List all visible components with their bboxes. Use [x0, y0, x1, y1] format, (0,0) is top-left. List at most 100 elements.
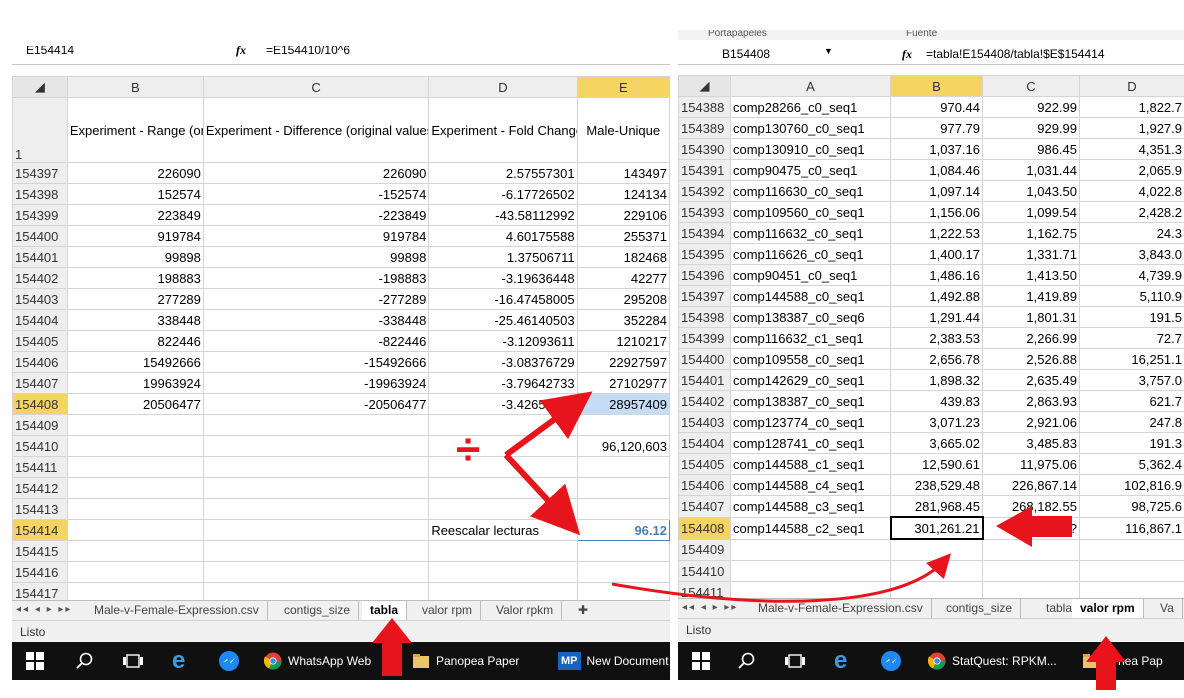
row-header[interactable]: 154408 — [12, 393, 68, 415]
cell-b[interactable]: 1,222.53 — [890, 222, 983, 244]
cell-a[interactable] — [730, 538, 891, 561]
cell-e[interactable] — [576, 414, 670, 436]
row-header[interactable]: 154394 — [678, 222, 731, 244]
cell-d[interactable]: -3.42653438 — [428, 393, 578, 415]
row-header[interactable]: 154409 — [678, 538, 731, 561]
cell-d[interactable] — [428, 435, 578, 457]
cell-e[interactable]: 28957409 — [576, 393, 670, 415]
cell-d[interactable]: 3,757.0 — [1079, 369, 1184, 391]
row-header[interactable]: 154391 — [678, 159, 731, 181]
windows-start-icon[interactable] — [692, 642, 710, 680]
row-header[interactable]: 154396 — [678, 264, 731, 286]
edge-icon[interactable]: e — [172, 642, 185, 680]
cell-a[interactable]: comp109560_c0_seq1 — [730, 201, 891, 223]
cell-c[interactable]: 226090 — [202, 162, 430, 184]
cell-b[interactable]: 1,400.17 — [890, 243, 983, 265]
tab-valor-rpkm[interactable]: Valor rpkm — [488, 601, 563, 620]
row-header[interactable]: 154397 — [678, 285, 731, 307]
cell-d[interactable]: 4.60175588 — [428, 225, 578, 247]
cell-e[interactable]: 1210217 — [576, 330, 670, 352]
row-header[interactable]: 154400 — [12, 225, 68, 247]
cell-d[interactable]: 24.3 — [1079, 222, 1184, 244]
cell-b[interactable]: 338448 — [66, 309, 204, 331]
cell-e[interactable]: 255371 — [576, 225, 670, 247]
cell-c[interactable]: 986.45 — [982, 138, 1080, 160]
tab-nav-arrows[interactable]: ◂◂ ◂ ▸ ▸▸ — [682, 602, 738, 613]
cell-d[interactable]: -16.47458005 — [428, 288, 578, 310]
cell-b[interactable]: 277289 — [66, 288, 204, 310]
cell-e[interactable] — [576, 477, 670, 499]
row-header[interactable]: 154398 — [678, 306, 731, 328]
cell-header-c[interactable]: Experiment - Difference (original values… — [202, 97, 430, 163]
cell-b[interactable]: 977.79 — [890, 117, 983, 139]
cell-c[interactable] — [202, 435, 430, 457]
cell-b[interactable]: 226090 — [66, 162, 204, 184]
cell-c[interactable] — [982, 560, 1080, 582]
name-box[interactable]: B154408 — [708, 44, 770, 64]
cell-b[interactable] — [66, 477, 204, 499]
cell-c[interactable]: 1,331.71 — [982, 243, 1080, 265]
formula-input[interactable]: =tabla!E154408/tabla!$E$154414 — [926, 44, 1105, 64]
cell-e[interactable]: 295208 — [576, 288, 670, 310]
cell-d[interactable]: 4,351.3 — [1079, 138, 1184, 160]
cell-c[interactable]: 1,031.44 — [982, 159, 1080, 181]
row-header[interactable]: 154410 — [12, 435, 68, 457]
cell-c[interactable]: -19963924 — [202, 372, 430, 394]
cell-d[interactable]: 5,362.4 — [1079, 453, 1184, 475]
cell-c[interactable]: -338448 — [202, 309, 430, 331]
cell-b[interactable] — [66, 498, 204, 520]
cell-b[interactable]: 152574 — [66, 183, 204, 205]
tab-valor-rpkm[interactable]: Va — [1152, 599, 1183, 618]
cell-a[interactable]: comp130760_c0_seq1 — [730, 117, 891, 139]
new-sheet-icon[interactable]: ✚ — [570, 601, 596, 620]
cell-a[interactable]: comp138387_c0_seq6 — [730, 306, 891, 328]
cell-header-b[interactable]: Experiment - Range (original values) — [66, 97, 204, 163]
cell-b[interactable] — [66, 519, 204, 541]
cell-b[interactable] — [890, 538, 983, 561]
cell-c[interactable]: -822446 — [202, 330, 430, 352]
row-header[interactable]: 154416 — [12, 561, 68, 583]
taskbar-item-panopea[interactable]: nea Pap — [1082, 642, 1163, 680]
cell-d[interactable] — [428, 477, 578, 499]
taskbar-item-whatsapp[interactable]: WhatsApp Web — [264, 642, 371, 680]
cell-c[interactable]: 1,413.50 — [982, 264, 1080, 286]
row-header[interactable]: 154406 — [678, 474, 731, 496]
cell-a[interactable]: comp128741_c0_seq1 — [730, 432, 891, 454]
row-header[interactable]: 154404 — [678, 432, 731, 454]
cell-a[interactable]: comp144588_c4_seq1 — [730, 474, 891, 496]
cell-a[interactable]: comp116626_c0_seq1 — [730, 243, 891, 265]
row-header[interactable]: 154407 — [12, 372, 68, 394]
cell-d[interactable]: 4,022.8 — [1079, 180, 1184, 202]
cell-b[interactable]: 1,037.16 — [890, 138, 983, 160]
cell-c[interactable]: 11,975.06 — [982, 453, 1080, 475]
row-header[interactable]: 154405 — [678, 453, 731, 475]
cell-b[interactable]: 439.83 — [890, 390, 983, 412]
row-header[interactable]: 154395 — [678, 243, 731, 265]
cell-d[interactable] — [428, 540, 578, 562]
row-header[interactable]: 154411 — [12, 456, 68, 478]
cell-e[interactable]: 229106 — [576, 204, 670, 226]
cell-c[interactable]: -15492666 — [202, 351, 430, 373]
cell-c[interactable]: 99898 — [202, 246, 430, 268]
column-header-e[interactable]: E — [576, 76, 670, 98]
formula-input[interactable]: =E154410/10^6 — [266, 46, 350, 60]
cell-b[interactable]: 19963924 — [66, 372, 204, 394]
cell-b[interactable]: 198883 — [66, 267, 204, 289]
column-header-d[interactable]: D — [1079, 75, 1184, 97]
cell-e[interactable]: 182468 — [576, 246, 670, 268]
cell-c[interactable]: -152574 — [202, 183, 430, 205]
cell-e[interactable]: 124134 — [576, 183, 670, 205]
search-icon[interactable] — [738, 642, 756, 680]
cell-d[interactable]: -6.17726502 — [428, 183, 578, 205]
cell-c[interactable] — [982, 538, 1080, 561]
cell-d[interactable]: 3,843.0 — [1079, 243, 1184, 265]
cell-d[interactable]: 1,822.7 — [1079, 96, 1184, 118]
cell-d[interactable] — [1079, 560, 1184, 582]
cell-c[interactable] — [202, 561, 430, 583]
cell-d[interactable]: 98,725.6 — [1079, 495, 1184, 518]
task-view-icon[interactable] — [784, 642, 806, 680]
cell-d[interactable]: 1.37506711 — [428, 246, 578, 268]
cell-b[interactable]: 1,492.88 — [890, 285, 983, 307]
cell-b[interactable]: 3,071.23 — [890, 411, 983, 433]
row-header[interactable]: 154399 — [12, 204, 68, 226]
